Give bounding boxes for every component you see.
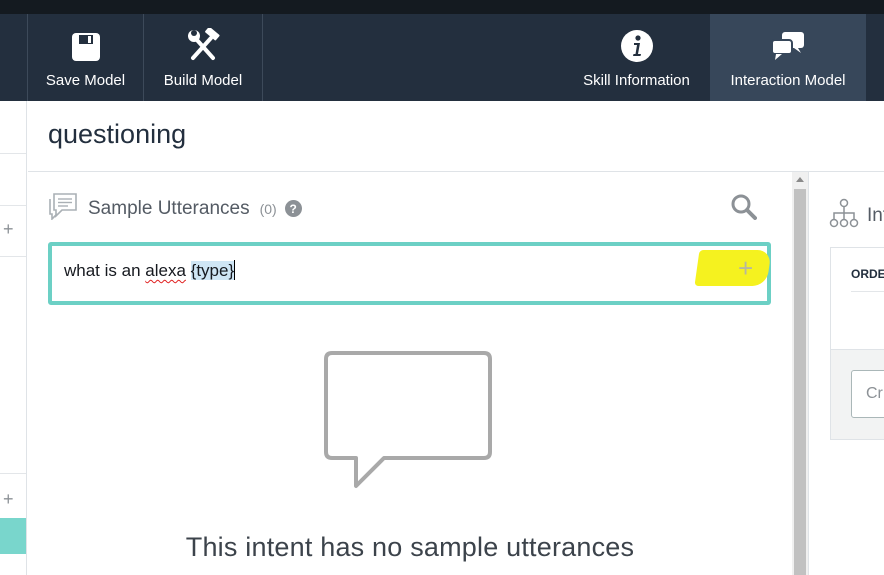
intent-slots-header: Int [829,198,884,233]
empty-chat-bubble-icon [322,350,500,501]
sidebar-selected-item[interactable] [0,518,26,554]
intent-slots-panel: Int ORDE Cr [808,172,884,575]
build-model-label: Build Model [163,72,243,89]
info-icon [620,14,653,66]
vertical-scrollbar[interactable] [792,172,808,575]
interaction-model-label: Interaction Model [730,72,846,89]
intent-slots-title: Int [867,204,884,226]
empty-state-message: This intent has no sample utterances [185,532,635,562]
build-model-button[interactable]: Build Model [144,14,262,101]
window-top-strip [0,0,884,14]
skill-information-label: Skill Information [583,72,690,89]
chat-bubbles-icon [770,14,806,66]
yellow-highlight-annotation [694,250,772,286]
sample-utterances-panel: Sample Utterances (0) ? what is an alexa… [28,172,792,575]
sidebar-add-button[interactable]: + [3,219,14,240]
save-icon [71,14,101,66]
page-title: questioning [48,119,187,149]
skill-information-button[interactable]: Skill Information [570,14,703,101]
create-slot-placeholder: Cr [866,385,883,402]
search-icon[interactable] [731,194,757,225]
sidebar-divider [0,205,26,206]
speech-bubble-icon [48,192,78,225]
help-icon[interactable]: ? [284,200,302,217]
utterance-input[interactable]: what is an alexa {type} [64,260,236,281]
slots-table: ORDE [830,247,884,350]
sidebar-divider [0,256,26,257]
toolbar-divider [262,14,263,101]
scroll-up-arrow[interactable] [796,177,804,182]
sidebar-divider [0,473,26,474]
hammer-wrench-icon [185,14,221,66]
add-utterance-button[interactable]: + [738,255,753,281]
hierarchy-icon [829,198,859,233]
scrollbar-thumb[interactable] [794,189,806,575]
interaction-model-tab[interactable]: Interaction Model [710,14,866,101]
order-column-header: ORDE [851,267,884,281]
create-slot-input[interactable]: Cr [851,370,884,418]
misspelled-word: alexa [145,261,186,280]
text-caret [234,260,236,280]
sample-utterances-title: Sample Utterances [88,197,250,219]
slot-token: {type} [190,261,235,280]
sample-utterances-header: Sample Utterances (0) ? [48,192,302,225]
utterance-text: what is an [64,261,146,280]
sidebar-divider [0,153,26,154]
left-sidebar-strip: + + [0,101,27,575]
top-toolbar: Save Model Build Model Skill Information… [0,14,884,101]
save-model-button[interactable]: Save Model [28,14,143,101]
sidebar-add-button[interactable]: + [3,489,14,510]
save-model-label: Save Model [45,72,126,89]
utterance-input-box[interactable]: what is an alexa {type} + [48,242,772,305]
create-slot-area: Cr [830,350,884,440]
intent-header: questioning [28,101,884,172]
utterance-count: (0) [259,200,277,217]
table-divider [851,291,884,292]
